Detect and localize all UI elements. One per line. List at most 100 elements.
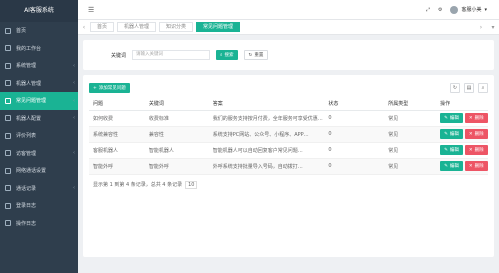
sidebar-item-11[interactable]: 操作日志 [0, 215, 78, 233]
sidebar-item-3[interactable]: 机器人管理 ‹ [0, 75, 78, 93]
search-toggle-icon[interactable]: ⌕ [478, 83, 488, 93]
tab-1[interactable]: 机器人管理 [117, 22, 157, 32]
menu-item-icon [5, 97, 11, 104]
sidebar-item-6[interactable]: 评价列表 [0, 127, 78, 145]
sidebar-item-label: 访客管理 [16, 150, 37, 157]
edit-button[interactable]: ✎ 编辑 [440, 161, 463, 171]
edit-button[interactable]: ✎ 编辑 [440, 129, 463, 139]
avatar [450, 5, 459, 14]
sidebar-item-4[interactable]: 常见问题管理 ‹ [0, 92, 78, 110]
table-cell: 智能外呼 [144, 158, 209, 175]
menu-item-icon [5, 167, 11, 174]
page-size-select[interactable]: 10 [185, 180, 198, 189]
sidebar-item-label: 通话记录 [16, 185, 37, 192]
edit-icon: ✎ [444, 115, 448, 121]
table-cell: 0 [324, 142, 385, 159]
edit-button[interactable]: ✎ 编辑 [440, 145, 463, 155]
table-row: 智能外呼 智能外呼 外呼系统支持批量导入号码，自动拨打… 0 常见 ✎ 编辑 ✕ 删除 [89, 158, 488, 175]
faq-table: 问题 关键词 答案 状态 所属类型 操作 如何收费 收费标准 我们的服务支持按月付费，全年服务… [89, 97, 488, 175]
edit-button[interactable]: ✎ 编辑 [440, 113, 463, 123]
table-panel: + 添加常见问题 ↻ ▤ ⌕ 问题 关键词 答案 状态 所属类型 操作 如何收费 收费标准我… [83, 75, 494, 257]
table-cell: 我们的服务支持按月付费，全年服务可享受优惠… [208, 110, 325, 127]
sidebar-item-label: 登录日志 [16, 203, 37, 210]
sidebar-item-0[interactable]: 首页 [0, 22, 78, 40]
fullscreen-icon[interactable]: ⤢ [426, 7, 430, 13]
table-cell: 智能机器人可以自动回复客户常见问题… [208, 142, 325, 159]
sidebar: AI客服系统 首页我的工作台系统管理 ‹ 机器人管理 ‹ 常见问题管理 ‹ 机器人配置 ‹ 评价… [0, 0, 78, 273]
table-cell: 常见 [384, 142, 437, 159]
edit-icon: ✎ [444, 131, 448, 137]
sidebar-item-label: 系统管理 [16, 63, 37, 70]
table-header-row: 问题 关键词 答案 状态 所属类型 操作 [89, 97, 488, 111]
top-right-area: ⤢ ⚙ 客服小美 ▾ [426, 5, 499, 14]
table-cell: 收费标准 [144, 110, 209, 127]
tab-bar: ‹ 首页 机器人管理 知识分类 常见问题管理 › ▾ [78, 20, 499, 35]
user-menu[interactable]: 客服小美 ▾ [450, 5, 487, 14]
add-button[interactable]: + 添加常见问题 [89, 83, 130, 93]
app-title: AI客服系统 [0, 0, 78, 22]
sidebar-item-label: 评价列表 [16, 133, 37, 140]
sidebar-item-label: 首页 [16, 28, 27, 35]
menu-item-icon [5, 185, 11, 192]
menu-toggle-icon[interactable]: ☰ [88, 6, 102, 14]
sidebar-item-label: 机器人配置 [16, 115, 42, 122]
chevron-left-icon: ‹ [73, 62, 75, 69]
sidebar-item-8[interactable]: 网络通话设置 [0, 162, 78, 180]
refresh-table-icon[interactable]: ↻ [450, 83, 460, 93]
tab-options-icon[interactable]: ▾ [487, 24, 499, 31]
tab-0[interactable]: 首页 [90, 22, 115, 32]
tab-list: 首页 机器人管理 知识分类 常见问题管理 [90, 22, 243, 32]
reset-button[interactable]: ↻ 重置 [243, 50, 269, 60]
sidebar-item-label: 操作日志 [16, 220, 37, 227]
tab-scroll-left-icon[interactable]: ‹ [78, 24, 90, 31]
sidebar-item-1[interactable]: 我的工作台 [0, 40, 78, 58]
table-cell: 外呼系统支持批量导入号码，自动拨打… [208, 158, 325, 175]
search-label: 关键词 [111, 52, 127, 59]
user-name: 客服小美 [461, 7, 482, 13]
table-cell: 智能外呼 [89, 158, 145, 175]
menu-item-icon [5, 27, 11, 34]
sidebar-item-7[interactable]: 访客管理 ‹ [0, 145, 78, 163]
delete-button[interactable]: ✕ 删除 [464, 161, 488, 171]
refresh-icon: ↻ [248, 52, 253, 58]
delete-button-label: 删除 [474, 163, 484, 169]
search-input[interactable]: 请输入关键词 [132, 50, 211, 60]
sidebar-nav: 首页 我的工作台 系统管理 ‹ 机器人管理 ‹ 常见问题管理 ‹ 机器人配置 ‹ 评价列表 访客管理 ‹… [0, 22, 78, 232]
tab-2[interactable]: 知识分类 [159, 22, 194, 32]
search-button-label: 搜索 [224, 52, 234, 58]
table-cell: 常见 [384, 126, 437, 143]
sidebar-item-label: 我的工作台 [16, 45, 42, 52]
tab-scroll-right-icon[interactable]: › [475, 24, 487, 31]
tab-3[interactable]: 常见问题管理 [196, 22, 241, 32]
delete-button[interactable]: ✕ 删除 [464, 113, 488, 123]
sidebar-item-10[interactable]: 登录日志 [0, 197, 78, 215]
table-tools: ↻ ▤ ⌕ [450, 83, 488, 93]
table-row: 系统兼容性 兼容性 系统支持PC网站、公众号、小程序、APP… 0 常见 ✎ 编辑 ✕ 删除 [89, 126, 488, 143]
sidebar-item-5[interactable]: 机器人配置 ‹ [0, 110, 78, 128]
menu-item-icon [5, 62, 11, 69]
pagination: 显示第 1 到第 4 条记录，总共 4 条记录 10 [89, 180, 488, 189]
main-content: 关键词 请输入关键词 ⌕ 搜索 ↻ 重置 + 添加常见问题 ↻ ▤ ⌕ 问题 关… [78, 35, 499, 273]
columns-icon[interactable]: ▤ [464, 83, 474, 93]
chevron-left-icon: ‹ [73, 115, 75, 122]
row-actions: ✎ 编辑 ✕ 删除 [436, 142, 488, 159]
sidebar-item-2[interactable]: 系统管理 ‹ [0, 57, 78, 75]
row-actions: ✎ 编辑 ✕ 删除 [436, 110, 488, 127]
search-button[interactable]: ⌕ 搜索 [216, 50, 238, 60]
edit-button-label: 编辑 [449, 147, 459, 153]
trash-icon: ✕ [468, 163, 473, 169]
chevron-left-icon: ‹ [73, 80, 75, 87]
plus-icon: + [93, 85, 97, 91]
delete-button[interactable]: ✕ 删除 [464, 129, 488, 139]
menu-item-icon [5, 80, 11, 87]
sidebar-item-label: 机器人管理 [16, 80, 42, 87]
sidebar-item-label: 网络通话设置 [16, 168, 47, 175]
sidebar-item-9[interactable]: 通话记录 ‹ [0, 180, 78, 198]
delete-button-label: 删除 [474, 131, 484, 137]
column-header: 问题 [89, 97, 145, 111]
settings-icon[interactable]: ⚙ [438, 7, 442, 13]
column-header: 答案 [208, 97, 325, 111]
edit-icon: ✎ [444, 163, 448, 169]
delete-button[interactable]: ✕ 删除 [464, 145, 488, 155]
table-cell: 智能机器人 [144, 142, 209, 159]
